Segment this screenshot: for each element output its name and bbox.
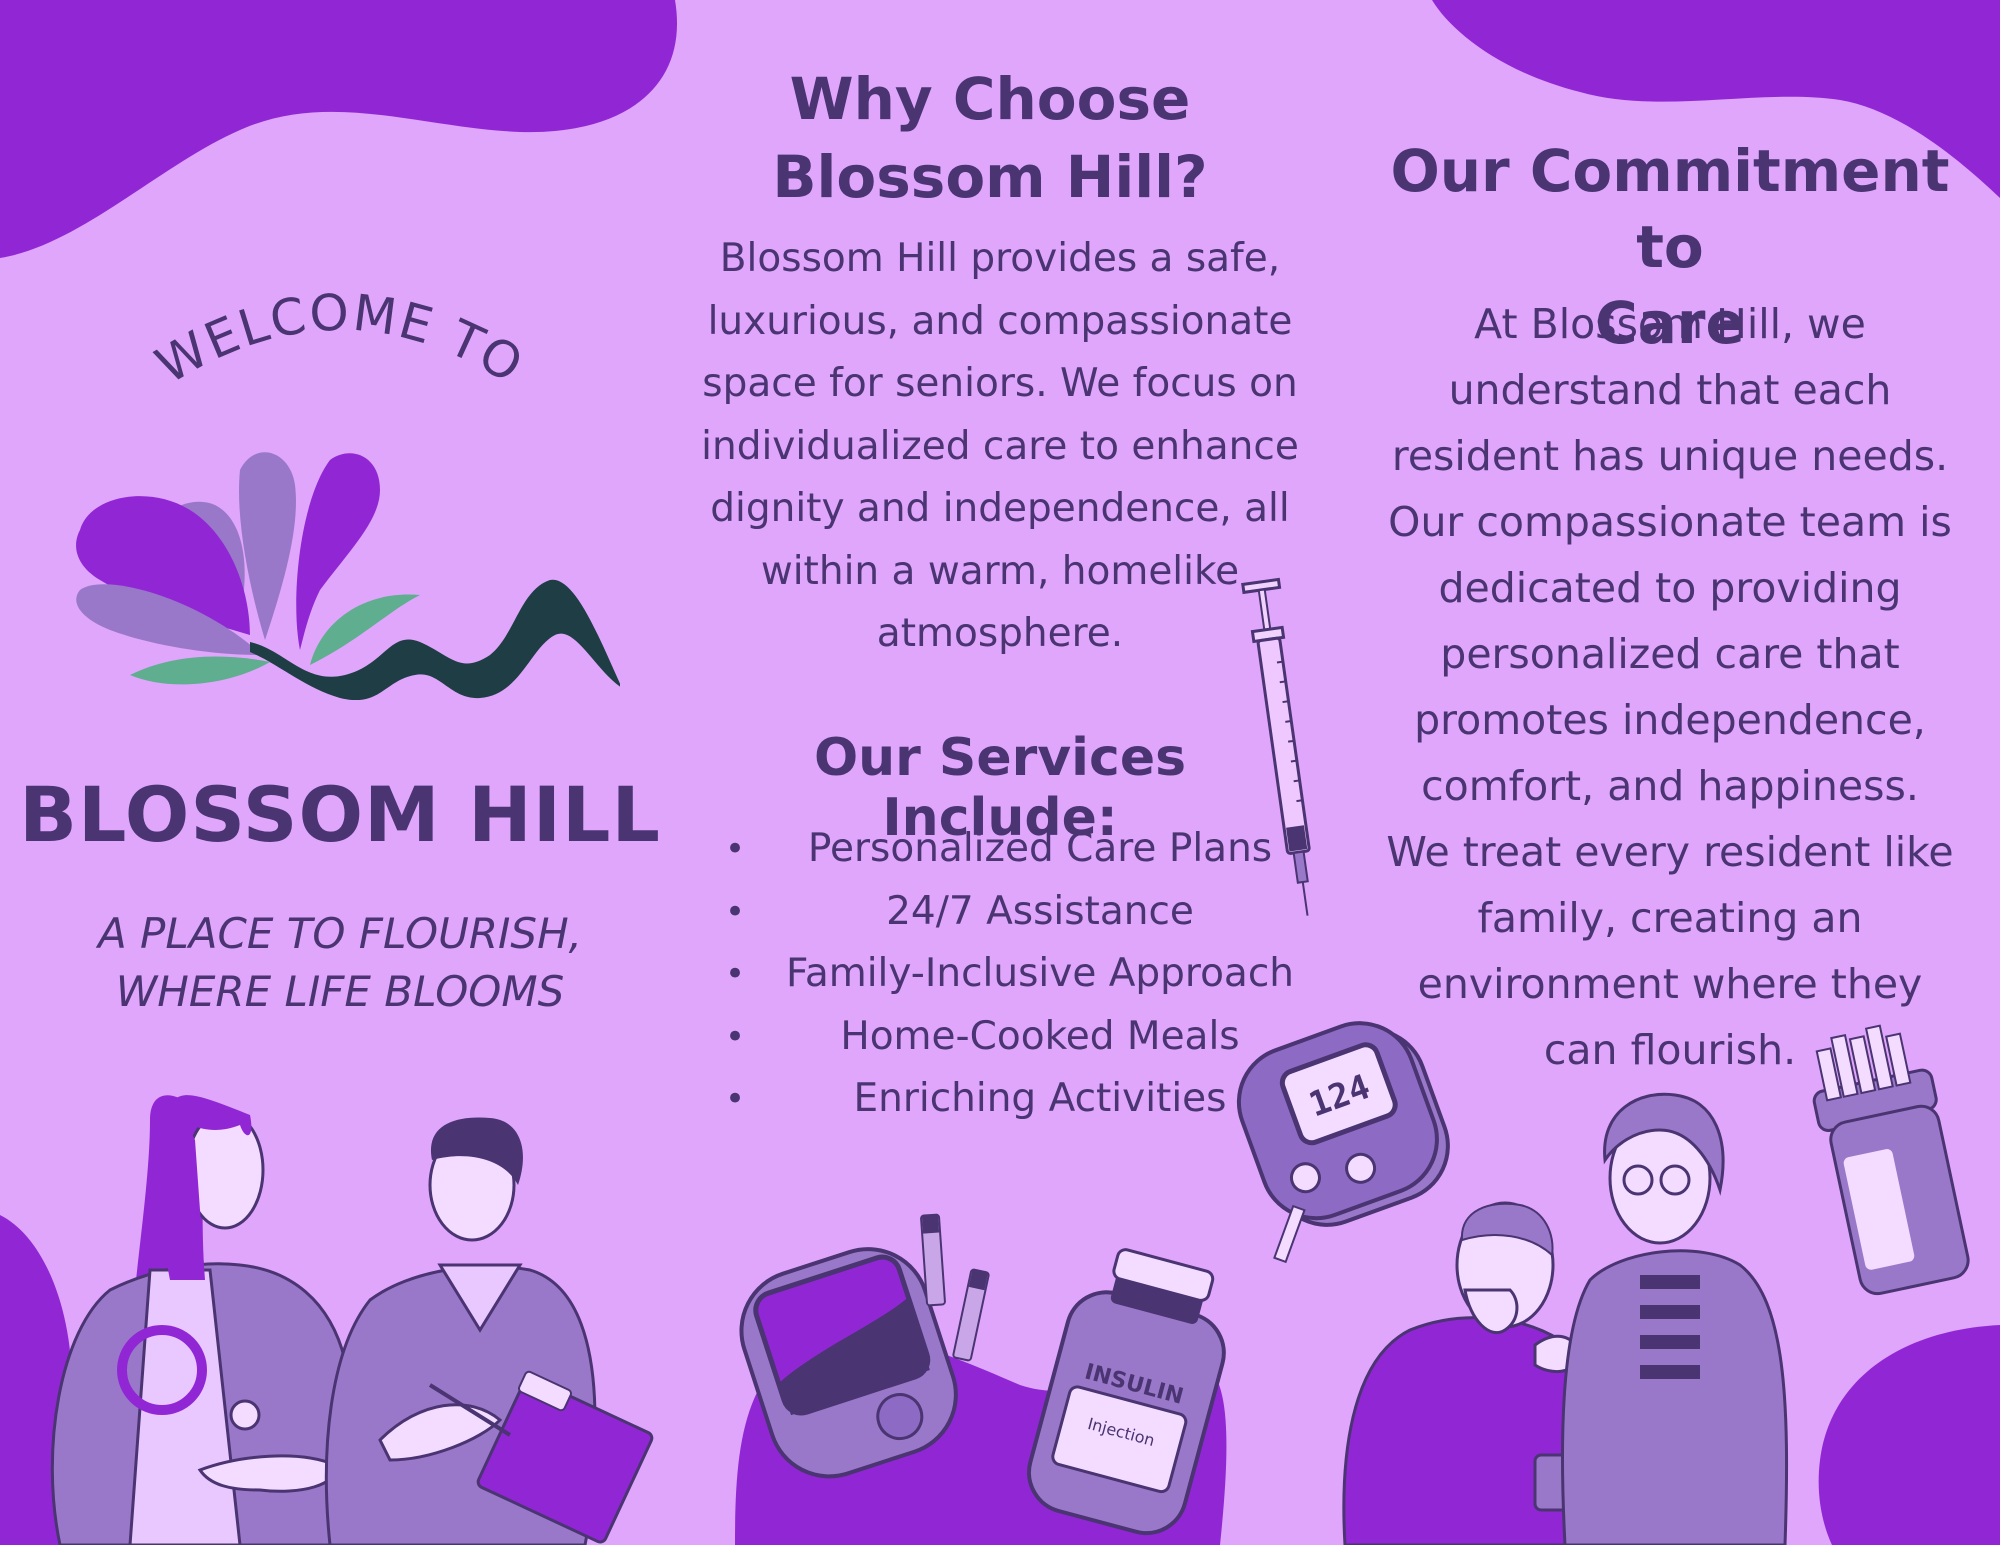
welcome-text: WELCOME TO [146,283,532,395]
why-body-line: luxurious, and compassionate [707,298,1293,344]
list-item: • Enriching Activities [715,1068,1315,1131]
why-title-line-2: Blossom Hill? [772,143,1208,211]
blossom-logo [76,452,620,700]
commit-body-line: At Blossom Hill, we [1474,300,1866,348]
services-list: • Personalized Care Plans • 24/7 Assistanc… [715,818,1315,1131]
brand-name: BLOSSOM HILL [19,770,661,859]
list-item: • 24/7 Assistance [715,881,1315,944]
bullet-icon: • [725,1079,746,1119]
commit-title-line-1: Our Commitment to [1390,137,1950,281]
commit-body-line: environment where they [1417,960,1923,1008]
tagline-line-1: A PLACE TO FLOURISH, [97,909,583,958]
why-choose-body: Blossom Hill provides a safe, luxurious,… [690,228,1310,666]
why-body-line: space for seniors. We focus on [702,361,1298,406]
svg-text:WELCOME TO: WELCOME TO [146,283,534,395]
list-item: • Home-Cooked Meals [715,1006,1315,1069]
commit-body-line: Our compassionate team is [1388,498,1952,546]
tagline: A PLACE TO FLOURISH, WHERE LIFE BLOOMS [0,905,680,1021]
service-label: Personalized Care Plans [807,826,1273,871]
why-choose-title: Why Choose Blossom Hill? [690,60,1290,216]
top-left-blob [0,0,678,258]
commit-body-line: personalized care that [1440,630,1900,678]
commit-body-line: can flourish. [1543,1026,1797,1074]
bottom-right-blob [1818,1325,2000,1545]
why-body-line: atmosphere. [876,611,1124,656]
commit-body-line: family, creating an [1477,894,1863,942]
tagline-line-2: WHERE LIFE BLOOMS [115,967,565,1016]
why-body-line: within a warm, homelike [760,548,1240,594]
bullet-icon: • [725,829,746,869]
bullet-icon: • [725,891,746,932]
why-body-line: individualized care to enhance [701,423,1299,469]
bullet-icon: • [725,954,746,994]
leaf-bottom [130,656,270,685]
why-body-line: dignity and independence, all [710,486,1290,531]
bullet-icon: • [725,1016,746,1057]
list-item: • Family-Inclusive Approach [715,943,1315,1006]
commit-body-line: dedicated to providing [1438,564,1902,612]
commit-body-line: comfort, and happiness. [1421,762,1919,810]
commit-body-line: resident has unique needs. [1391,432,1949,480]
bottom-left-blob [0,1215,95,1545]
commitment-body: At Blossom Hill, we understand that each… [1370,291,1970,1083]
why-title-line-1: Why Choose [789,65,1191,133]
service-label: Enriching Activities [853,1076,1227,1121]
commit-body-line: understand that each [1448,366,1892,414]
why-body-line: Blossom Hill provides a safe, [719,236,1281,281]
service-label: Family-Inclusive Approach [785,951,1294,996]
welcome-heading: WELCOME TO [146,283,534,395]
commit-body-line: promotes independence, [1414,696,1926,744]
bottom-middle-blob [735,1334,1227,1545]
list-item: • Personalized Care Plans [715,818,1315,881]
service-label: Home-Cooked Meals [840,1013,1240,1059]
service-label: 24/7 Assistance [886,888,1194,934]
commit-body-line: We treat every resident like [1386,828,1954,876]
